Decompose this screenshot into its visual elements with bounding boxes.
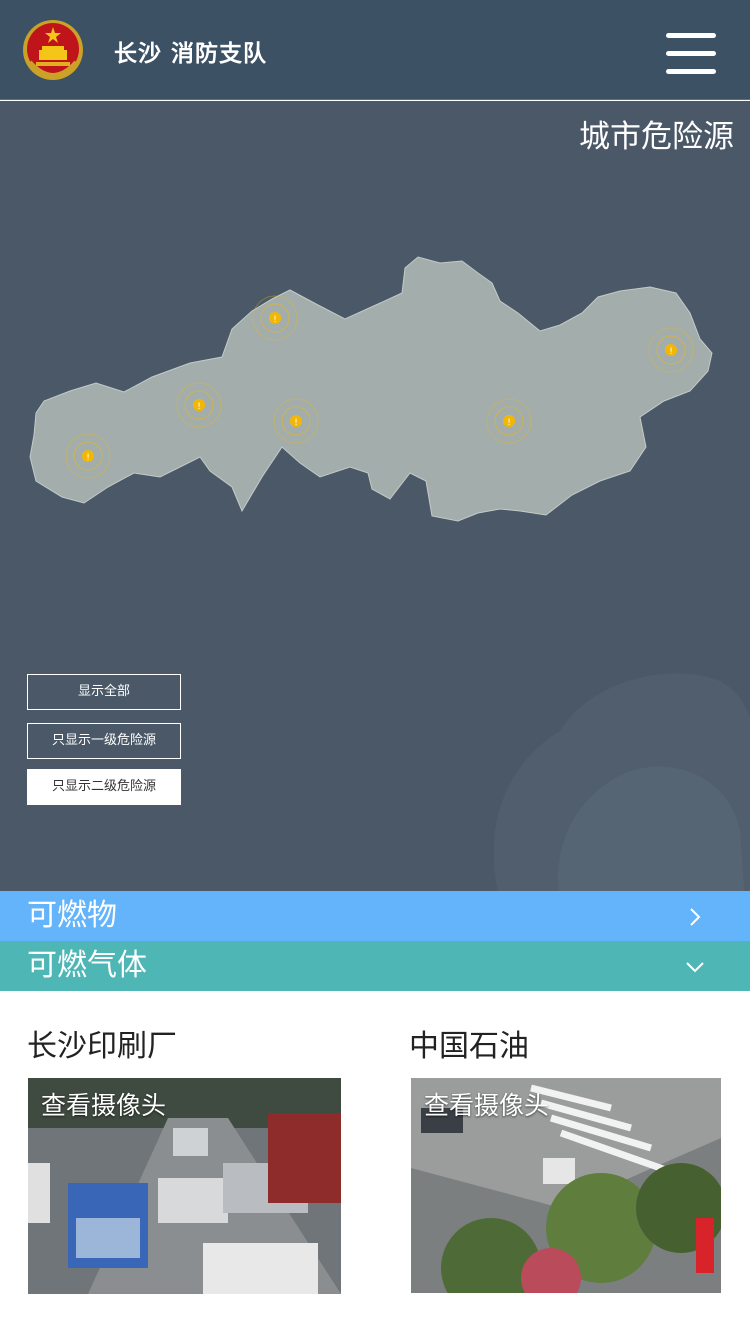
svg-text:!: ! [86, 453, 90, 463]
show-level-1-button[interactable]: 只显示一级危险源 [27, 723, 181, 759]
chevron-down-icon [686, 962, 704, 973]
section-title: 城市危险源 [579, 119, 734, 154]
chevron-right-icon [690, 908, 701, 926]
national-emblem-icon [23, 20, 83, 80]
category-label: 可燃气体 [27, 949, 147, 982]
site-name: 中国石油 [409, 1030, 529, 1063]
svg-text:!: ! [197, 402, 201, 412]
svg-text:!: ! [294, 418, 298, 428]
site-card: 长沙印刷厂 查看摄像头 [27, 1030, 341, 1294]
app-title: 长沙 消防支队 [114, 40, 268, 67]
app-header: 长沙 消防支队 [0, 0, 750, 100]
category-bar-combustibles[interactable]: 可燃物 [0, 891, 750, 941]
camera-thumbnail[interactable]: 查看摄像头 [28, 1078, 341, 1294]
svg-text:!: ! [273, 315, 277, 325]
category-label: 可燃物 [27, 899, 117, 932]
svg-text:!: ! [507, 418, 511, 428]
show-all-button[interactable]: 显示全部 [27, 674, 181, 710]
site-name: 长沙印刷厂 [27, 1030, 177, 1063]
show-level-2-button[interactable]: 只显示二级危险源 [27, 769, 181, 805]
category-bar-combustible-gas[interactable]: 可燃气体 [0, 941, 750, 991]
changsha-region-shape [29, 256, 713, 522]
site-card: 中国石油 查看摄像头 [409, 1030, 721, 1293]
view-camera-label: 查看摄像头 [424, 1092, 550, 1120]
svg-text:!: ! [669, 347, 673, 357]
view-camera-label: 查看摄像头 [41, 1092, 167, 1120]
camera-thumbnail[interactable]: 查看摄像头 [411, 1078, 721, 1293]
hazard-map-section: ! ! ! ! ! ! 城市危险源 显示全部 只显示一级危险源 只显示二级危险源 [0, 101, 750, 891]
hamburger-menu-icon[interactable] [666, 33, 716, 77]
